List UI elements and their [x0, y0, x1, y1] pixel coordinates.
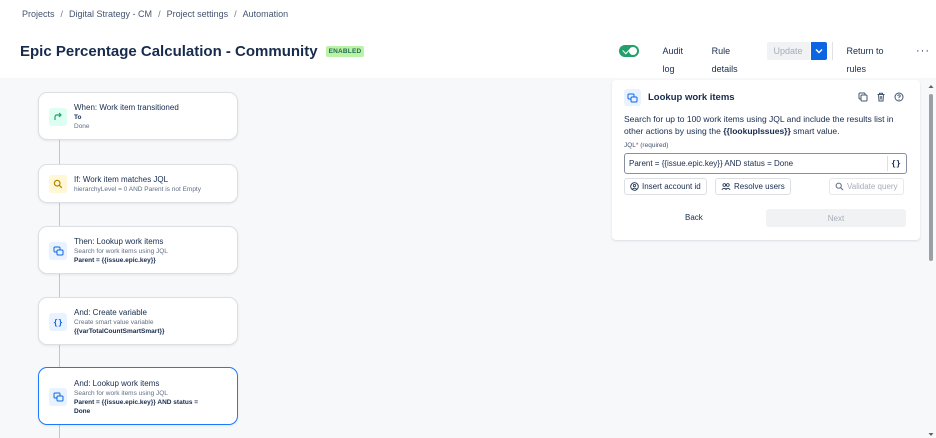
breadcrumb-separator: / [234, 9, 237, 19]
card-jql: Parent = {{issue.epic.key}} AND status = [74, 399, 199, 406]
smart-value-name: {{lookupIssues}} [723, 125, 791, 136]
more-actions-icon[interactable]: ··· [910, 45, 936, 57]
scrollbar-thumb[interactable] [929, 94, 933, 261]
jql-label-text: JQL [624, 142, 636, 149]
required-text: (required) [640, 142, 669, 149]
people-icon [721, 183, 731, 191]
insert-account-id-label: Insert account id [642, 182, 701, 191]
action-config-panel: Lookup work items Search for up to 100 w… [612, 80, 920, 240]
smart-value-button[interactable]: {} [887, 156, 904, 171]
back-button[interactable]: Back [685, 213, 703, 222]
jql-input-value: Parent = {{issue.epic.key}} AND status =… [629, 159, 794, 168]
description-text-end: smart value. [790, 125, 840, 136]
card-detail: hierarchyLevel = 0 AND Parent is not Emp… [74, 186, 201, 193]
panel-title: Lookup work items [648, 92, 735, 103]
card-detail: Search for work items using JQL [74, 390, 168, 397]
delete-icon[interactable] [875, 91, 886, 102]
audit-log-button[interactable]: Audit log [653, 42, 702, 74]
next-button[interactable]: Next [766, 209, 906, 227]
card-title: When: Work item transitioned [74, 103, 179, 112]
jql-input[interactable]: Parent = {{issue.epic.key}} AND status =… [624, 153, 907, 174]
lookup-icon [49, 242, 67, 260]
chevron-down-icon [815, 49, 823, 54]
breadcrumb-project[interactable]: Digital Strategy - CM [69, 9, 152, 19]
help-icon[interactable] [893, 91, 904, 102]
card-title: Then: Lookup work items [74, 237, 164, 246]
search-icon [835, 182, 844, 191]
scroll-down-icon[interactable] [928, 432, 934, 437]
card-detail: Search for work items using JQL [74, 248, 168, 255]
resolve-users-button[interactable]: Resolve users [715, 178, 791, 195]
card-title: And: Lookup work items [74, 379, 160, 388]
card-title: And: Create variable [74, 308, 147, 317]
user-circle-icon [630, 182, 639, 191]
breadcrumb-automation[interactable]: Automation [243, 9, 289, 19]
insert-account-id-button[interactable]: Insert account id [624, 178, 707, 195]
card-jql-cont: Done [74, 408, 91, 415]
braces-icon: {} [49, 313, 67, 331]
update-button[interactable]: Update [766, 42, 810, 60]
flow-card-trigger[interactable]: When: Work item transitioned To Done [38, 92, 238, 140]
status-badge: ENABLED [325, 46, 365, 57]
card-detail: Create smart value variable [74, 319, 154, 326]
card-detail-label: To [74, 114, 82, 121]
scrollbar[interactable] [928, 84, 934, 438]
breadcrumb-separator: / [60, 9, 64, 19]
breadcrumb-project-settings[interactable]: Project settings [167, 9, 229, 19]
copy-icon[interactable] [857, 91, 868, 102]
lookup-icon [624, 89, 641, 106]
divider [831, 42, 833, 60]
flow-card-lookup-2-selected[interactable]: And: Lookup work items Search for work i… [38, 367, 238, 425]
breadcrumb-separator: / [158, 9, 161, 19]
flow-card-condition[interactable]: If: Work item matches JQL hierarchyLevel… [38, 164, 238, 203]
card-variable: {{varTotalCountSmartSmart}} [74, 328, 165, 335]
rule-details-button[interactable]: Rule details [703, 42, 763, 74]
top-header: Projects / Digital Strategy - CM / Proje… [0, 0, 936, 78]
breadcrumb-projects[interactable]: Projects [22, 9, 55, 19]
card-detail-value: Done [74, 123, 90, 130]
transition-icon [49, 108, 67, 126]
card-title: If: Work item matches JQL [74, 175, 169, 184]
panel-description: Search for up to 100 work items using JQ… [624, 114, 909, 137]
return-to-rules-button[interactable]: Return to rules [837, 42, 908, 74]
jql-field-label: JQL* (required) [624, 142, 668, 149]
header-actions: Audit log Rule details Update Return to … [619, 42, 936, 74]
card-jql: Parent = {{issue.epic.key}} [74, 257, 156, 264]
validate-query-button[interactable]: Validate query [829, 178, 904, 195]
breadcrumb: Projects / Digital Strategy - CM / Proje… [22, 9, 288, 19]
lookup-icon [49, 388, 67, 406]
resolve-users-label: Resolve users [734, 182, 785, 191]
rule-name: Epic Percentage Calculation - Community [20, 43, 318, 60]
scroll-up-icon[interactable] [928, 84, 934, 89]
update-dropdown-button[interactable] [810, 42, 827, 60]
search-icon [49, 175, 67, 193]
page-title: Epic Percentage Calculation - Community … [20, 43, 365, 60]
validate-query-label: Validate query [847, 182, 898, 191]
flow-card-create-variable[interactable]: {} And: Create variable Create smart val… [38, 297, 238, 345]
required-mark: * [635, 142, 639, 149]
flow-card-lookup-1[interactable]: Then: Lookup work items Search for work … [38, 226, 238, 274]
rule-enabled-toggle[interactable] [619, 45, 640, 57]
